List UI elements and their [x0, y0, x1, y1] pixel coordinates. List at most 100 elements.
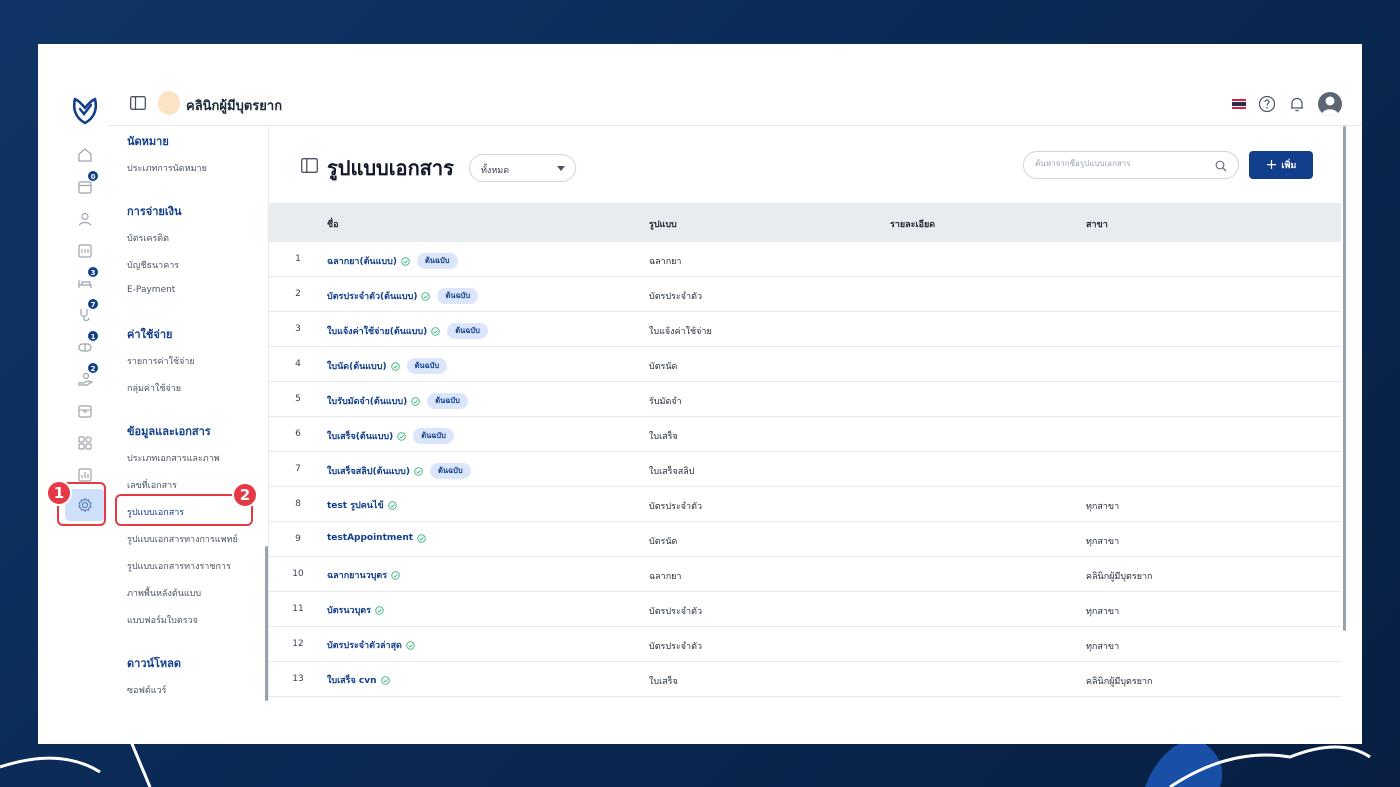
submenu-item-software[interactable]: ซอฟต์แวร์: [127, 683, 166, 697]
box-icon: [78, 405, 92, 418]
clinic-name[interactable]: คลินิกผู้มีบุตรยาก: [186, 95, 282, 116]
document-format-name-link[interactable]: ใบนัด(ต้นแบบ): [327, 359, 387, 373]
submenu-item-exam-forms[interactable]: แบบฟอร์มใบตรวจ: [127, 613, 198, 627]
table-row[interactable]: 1 ฉลากยา(ต้นแบบ) ต้นฉบับ ฉลากยา: [269, 242, 1341, 277]
table-row[interactable]: 7 ใบเสร็จสลิป(ต้นแบบ) ต้นฉบับ ใบเสร็จสลิป: [269, 452, 1341, 487]
row-format: บัตรประจำตัว: [649, 607, 702, 617]
rail-records[interactable]: [70, 238, 100, 264]
row-name-cell: ใบแจ้งค่าใช้จ่าย(ต้นแบบ) ต้นฉบับ: [327, 323, 488, 339]
submenu-scrollbar[interactable]: [265, 546, 268, 701]
row-number: 3: [295, 324, 301, 334]
submenu-item-document-image-types[interactable]: ประเภทเอกสารและภาพ: [127, 451, 220, 465]
row-name-cell: ฉลากยา(ต้นแบบ) ต้นฉบับ: [327, 253, 458, 269]
original-badge: ต้นฉบับ: [447, 323, 488, 339]
user-avatar[interactable]: [1318, 92, 1342, 116]
row-number: 7: [295, 464, 301, 474]
search-box[interactable]: [1023, 151, 1239, 179]
submenu-item-official-document-formats[interactable]: รูปแบบเอกสารทางราชการ: [127, 559, 231, 573]
document-format-name-link[interactable]: บัตรประจำตัวล่าสุด: [327, 638, 402, 652]
search-input[interactable]: [1035, 159, 1205, 168]
row-number: 8: [295, 499, 301, 509]
document-format-name-link[interactable]: ใบเสร็จ(ต้นแบบ): [327, 429, 393, 443]
submenu-group-appointment: นัดหมาย: [127, 135, 169, 148]
help-icon[interactable]: [1258, 95, 1276, 113]
table-row[interactable]: 3 ใบแจ้งค่าใช้จ่าย(ต้นแบบ) ต้นฉบับ ใบแจ้งค่…: [269, 312, 1341, 347]
rail-patients[interactable]: [70, 206, 100, 232]
submenu-group-download: ดาวน์โหลด: [127, 657, 182, 670]
document-format-name-link[interactable]: ใบรับมัดจำ(ต้นแบบ): [327, 394, 407, 408]
table-row[interactable]: 10 ฉลากยานวบุตร ฉลากยา คลินิกผู้มีบุตรยาก: [269, 557, 1341, 592]
original-badge: ต้นฉบับ: [406, 358, 448, 374]
rail-appointments[interactable]: 0: [70, 170, 100, 200]
rail-billing[interactable]: 2: [70, 362, 100, 392]
document-format-name-link[interactable]: ใบแจ้งค่าใช้จ่าย(ต้นแบบ): [327, 324, 427, 338]
table-header: ชื่อ รูปแบบ รายละเอียด สาขา: [269, 203, 1341, 242]
queue-badge: 3: [87, 266, 99, 278]
table-row[interactable]: 11 บัตรนวบุตร บัตรประจำตัว ทุกสาขา: [269, 592, 1341, 627]
rail-queue[interactable]: 3: [70, 266, 100, 296]
row-name-cell: ใบเสร็จ cvn: [327, 673, 390, 687]
submenu-item-expense-list[interactable]: รายการค่าใช้จ่าย: [127, 354, 195, 368]
icon-rail: 0 3 7 1 2: [64, 92, 108, 692]
submenu-item-credit-card[interactable]: บัตรเครดิต: [127, 231, 169, 245]
rail-inventory[interactable]: [70, 398, 100, 424]
row-number: 11: [292, 604, 304, 614]
rail-apps[interactable]: [70, 430, 100, 456]
page-panel-icon: [301, 158, 318, 173]
submenu-item-document-numbers[interactable]: เลขที่เอกสาร: [127, 478, 177, 492]
row-name-cell: ใบเสร็จสลิป(ต้นแบบ) ต้นฉบับ: [327, 463, 471, 479]
submenu-item-document-formats[interactable]: รูปแบบเอกสาร: [127, 505, 184, 519]
check-circle-icon: [401, 256, 410, 266]
settings-submenu: นัดหมาย ประเภทการนัดหมาย การจ่ายเงิน บัต…: [108, 126, 269, 706]
table-row[interactable]: 8 test รูปคนไข้ บัตรประจำตัว ทุกสาขา: [269, 487, 1341, 522]
rail-pharmacy[interactable]: 1: [70, 330, 100, 360]
category-filter-select[interactable]: ทั้งหมด: [469, 154, 576, 182]
rail-treatment[interactable]: 7: [70, 298, 100, 328]
check-circle-icon: [421, 291, 431, 301]
document-format-name-link[interactable]: ฉลากยานวบุตร: [327, 568, 387, 582]
submenu-item-bank-account[interactable]: บัญชีธนาคาร: [127, 258, 179, 272]
check-circle-icon: [375, 605, 384, 615]
bell-icon[interactable]: [1288, 95, 1306, 113]
row-number: 12: [292, 639, 304, 649]
column-header-branch[interactable]: สาขา: [1086, 217, 1108, 231]
table-row[interactable]: 4 ใบนัด(ต้นแบบ) ต้นฉบับ บัตรนัด: [269, 347, 1341, 382]
document-format-name-link[interactable]: ฉลากยา(ต้นแบบ): [327, 254, 397, 268]
submenu-item-appointment-types[interactable]: ประเภทการนัดหมาย: [127, 161, 207, 175]
rail-home[interactable]: [70, 142, 100, 168]
table-scrollbar[interactable]: [1343, 126, 1346, 631]
app-logo-icon[interactable]: [68, 92, 102, 126]
column-header-format[interactable]: รูปแบบ: [649, 217, 677, 231]
column-header-detail[interactable]: รายละเอียด: [890, 217, 935, 231]
column-header-name[interactable]: ชื่อ: [327, 217, 339, 231]
submenu-item-e-payment[interactable]: E-Payment: [127, 285, 175, 295]
document-format-name-link[interactable]: testAppointment: [327, 533, 413, 543]
document-format-name-link[interactable]: ใบเสร็จ cvn: [327, 673, 377, 687]
submenu-item-background-templates[interactable]: ภาพพื้นหลังต้นแบบ: [127, 586, 201, 600]
table-row[interactable]: 6 ใบเสร็จ(ต้นแบบ) ต้นฉบับ ใบเสร็จ: [269, 417, 1341, 452]
add-button[interactable]: + เพิ่ม: [1249, 151, 1313, 179]
submenu-item-medical-document-formats[interactable]: รูปแบบเอกสารทางการแพทย์: [127, 532, 238, 546]
thai-flag-icon[interactable]: [1232, 99, 1246, 110]
document-format-name-link[interactable]: บัตรนวบุตร: [327, 603, 371, 617]
document-format-name-link[interactable]: test รูปคนไข้: [327, 498, 384, 512]
document-format-name-link[interactable]: ใบเสร็จสลิป(ต้นแบบ): [327, 464, 410, 478]
id-card-icon: [78, 244, 92, 258]
original-badge: ต้นฉบับ: [429, 463, 471, 479]
row-name-cell: testAppointment: [327, 533, 426, 543]
document-format-name-link[interactable]: บัตรประจำตัว(ต้นแบบ): [327, 289, 417, 303]
table-row[interactable]: 13 ใบเสร็จ cvn ใบเสร็จ คลินิกผู้มีบุตรยาก: [269, 662, 1341, 697]
submenu-group-expenses: ค่าใช้จ่าย: [127, 328, 173, 341]
table-row[interactable]: 5 ใบรับมัดจำ(ต้นแบบ) ต้นฉบับ รับมัดจำ: [269, 382, 1341, 417]
sidebar-toggle-icon[interactable]: [130, 96, 146, 110]
row-branch: คลินิกผู้มีบุตรยาก: [1086, 572, 1153, 582]
table-row[interactable]: 9 testAppointment บัตรนัด ทุกสาขา: [269, 522, 1341, 557]
search-icon[interactable]: [1215, 160, 1227, 172]
filter-value: ทั้งหมด: [481, 166, 510, 176]
table-row[interactable]: 2 บัตรประจำตัว(ต้นแบบ) ต้นฉบับ บัตรประจำตัว: [269, 277, 1341, 312]
top-right-actions: [1232, 92, 1342, 116]
check-circle-icon: [417, 533, 426, 543]
check-circle-icon: [391, 570, 400, 580]
table-row[interactable]: 12 บัตรประจำตัวล่าสุด บัตรประจำตัว ทุกสาขา: [269, 627, 1341, 662]
submenu-item-expense-groups[interactable]: กลุ่มค่าใช้จ่าย: [127, 381, 181, 395]
